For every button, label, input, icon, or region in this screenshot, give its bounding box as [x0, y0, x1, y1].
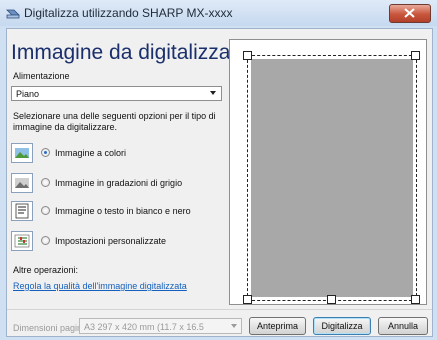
- handle-bottom-middle[interactable]: [327, 295, 336, 304]
- option-color-label: Immagine a colori: [55, 148, 127, 158]
- other-operations-label: Altre operazioni:: [13, 265, 79, 275]
- chevron-down-icon: [210, 91, 216, 95]
- divider: [7, 309, 432, 310]
- scanner-icon: [6, 9, 20, 19]
- chevron-down-icon: [231, 324, 237, 328]
- dialog-body: Immagine da digitalizzare: Alimentazione…: [6, 28, 433, 337]
- radio-black-white[interactable]: [41, 206, 50, 215]
- feed-select-value: Piano: [16, 89, 40, 99]
- preview-button[interactable]: Anteprima: [249, 317, 306, 335]
- adjust-quality-link[interactable]: Regola la qualità dell'immagine digitali…: [13, 281, 187, 291]
- preview-image: [251, 59, 413, 297]
- title-bar[interactable]: Digitalizza utilizzando SHARP MX-xxxx: [0, 0, 437, 26]
- page-size-select[interactable]: A3 297 x 420 mm (11.7 x 16.5: [79, 318, 242, 334]
- page-size-value: A3 297 x 420 mm (11.7 x 16.5: [84, 322, 204, 332]
- handle-top-right[interactable]: [411, 51, 420, 60]
- handle-top-left[interactable]: [243, 51, 252, 60]
- option-custom-label: Impostazioni personalizzate: [55, 236, 167, 246]
- close-button[interactable]: [389, 4, 431, 23]
- handle-bottom-right[interactable]: [411, 295, 420, 304]
- page-title: Immagine da digitalizzare:: [11, 41, 255, 64]
- handle-bottom-left[interactable]: [243, 295, 252, 304]
- cancel-button[interactable]: Annulla: [378, 317, 428, 335]
- scan-dialog: Digitalizza utilizzando SHARP MX-xxxx Im…: [0, 0, 437, 340]
- feed-select[interactable]: Piano: [11, 86, 222, 101]
- custom-settings-icon: [11, 231, 33, 251]
- scan-selection-frame[interactable]: [247, 55, 417, 301]
- grayscale-picture-icon: [11, 173, 33, 193]
- instructions-text: Selezionare una delle seguenti opzioni p…: [13, 111, 216, 132]
- radio-color[interactable]: [41, 148, 50, 157]
- option-grayscale-label: Immagine in gradazioni di grigio: [55, 178, 183, 188]
- radio-grayscale[interactable]: [41, 178, 50, 187]
- preview-area[interactable]: [229, 39, 427, 305]
- option-black-white-label: Immagine o testo in bianco e nero: [55, 206, 191, 216]
- window-title: Digitalizza utilizzando SHARP MX-xxxx: [24, 6, 233, 20]
- scan-button[interactable]: Digitalizza: [313, 317, 371, 335]
- feed-label: Alimentazione: [13, 71, 70, 81]
- radio-custom[interactable]: [41, 236, 50, 245]
- close-icon: [404, 8, 415, 18]
- color-picture-icon: [11, 143, 33, 163]
- black-white-text-icon: [11, 201, 33, 221]
